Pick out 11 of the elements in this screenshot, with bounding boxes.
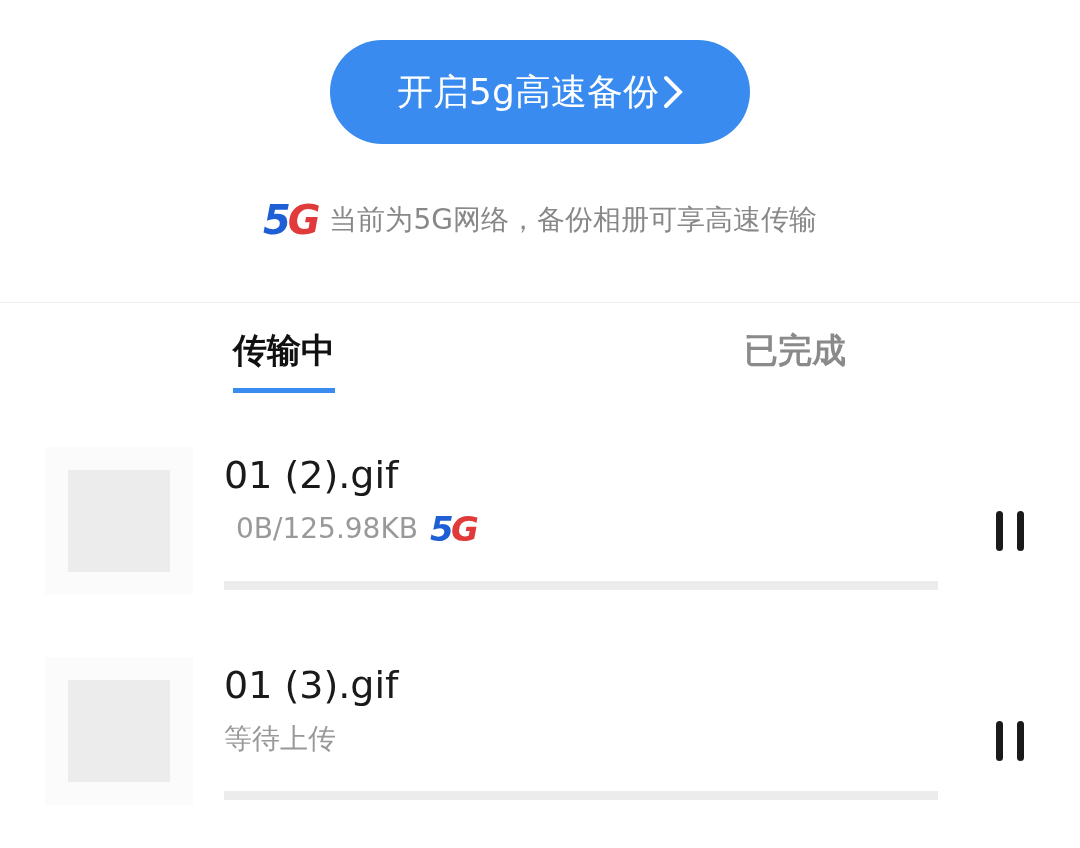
network-logo-icon: 5G <box>263 200 318 240</box>
network-hint-text: 当前为5G网络，备份相册可享高速传输 <box>329 202 817 238</box>
transfer-status: 等待上传 <box>224 721 336 757</box>
tab[interactable]: 已完成 <box>744 303 846 393</box>
file-name: 01 (2).gif <box>224 452 400 499</box>
chevron-right-icon <box>662 75 683 109</box>
tab[interactable]: 传输中 <box>233 303 335 393</box>
backup-button[interactable]: 开启5g高速备份 <box>330 40 750 144</box>
network-logo-icon: 5G <box>430 512 477 546</box>
transfer-status: 0B/125.98KB <box>235 511 418 547</box>
file-name: 01 (3).gif <box>224 662 400 709</box>
